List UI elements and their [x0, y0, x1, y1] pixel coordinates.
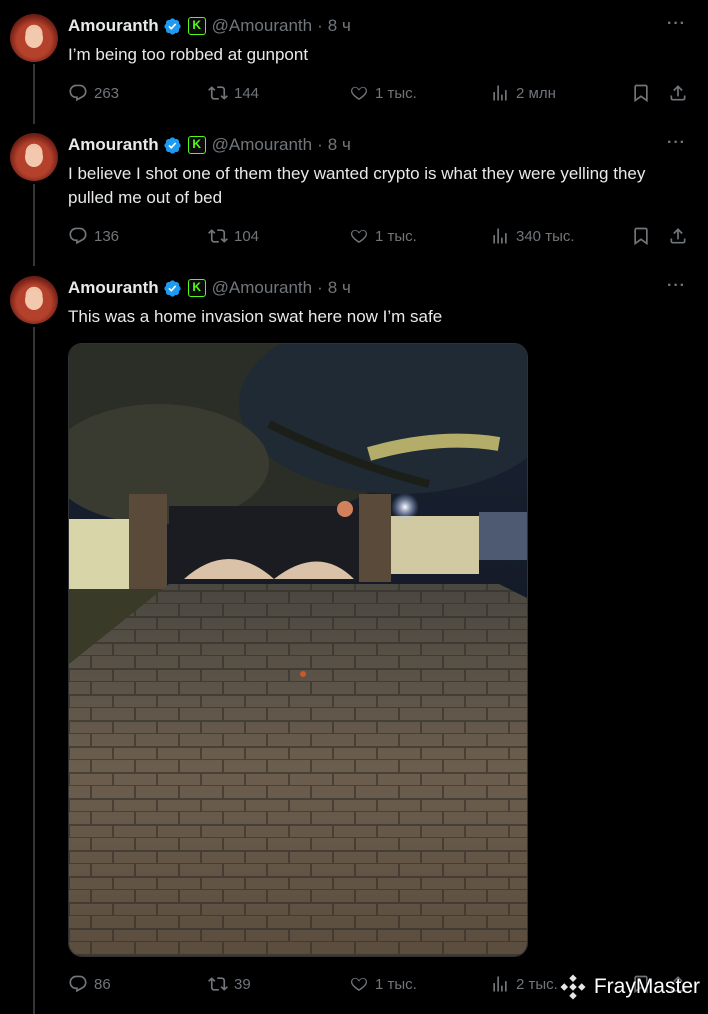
retweet-button[interactable]: 144	[208, 81, 259, 105]
avatar[interactable]	[10, 133, 58, 181]
like-button[interactable]: 1 тыс.	[349, 81, 417, 105]
bookmark-icon	[634, 227, 648, 246]
action-bar: 136 104 1 тыс. 340 тыс.	[68, 224, 692, 248]
timestamp[interactable]: 8 ч	[328, 135, 351, 155]
tweet-header: Amouranth K @Amouranth · 8 ч	[68, 277, 351, 299]
retweet-button[interactable]: 39	[208, 972, 251, 996]
views-count: 2 млн	[516, 84, 556, 102]
tweet-header: Amouranth K @Amouranth · 8 ч	[68, 15, 351, 37]
reply-icon	[69, 227, 87, 245]
verified-badge-icon	[164, 136, 181, 154]
kick-logo-icon: K	[187, 279, 206, 297]
reply-count: 86	[94, 975, 111, 993]
avatar[interactable]	[10, 276, 58, 324]
like-button[interactable]: 1 тыс.	[349, 972, 417, 996]
share-icon	[670, 85, 686, 101]
views-count: 2 тыс.	[516, 975, 558, 993]
author-handle[interactable]: @Amouranth	[212, 278, 312, 298]
heart-icon	[350, 86, 368, 100]
retweet-button[interactable]: 104	[208, 224, 259, 248]
like-count: 1 тыс.	[375, 227, 417, 245]
tweet-media-image[interactable]	[68, 343, 528, 957]
avatar[interactable]	[10, 14, 58, 62]
share-icon	[670, 228, 686, 244]
like-count: 1 тыс.	[375, 84, 417, 102]
tweet[interactable]: Amouranth K @Amouranth · 8 ч ··· I’m bei…	[0, 0, 708, 120]
action-bar: 263 144 1 тыс. 2 млн	[68, 81, 692, 105]
retweet-count: 39	[234, 975, 251, 993]
reply-button[interactable]: 136	[68, 224, 119, 248]
tweet[interactable]: Amouranth K @Amouranth · 8 ч ··· I belie…	[0, 120, 708, 263]
bookmark-icon	[634, 84, 648, 103]
reply-icon	[69, 975, 87, 993]
timestamp[interactable]: 8 ч	[328, 278, 351, 298]
like-count: 1 тыс.	[375, 975, 417, 993]
author-handle[interactable]: @Amouranth	[212, 135, 312, 155]
watermark: FrayMaster	[558, 972, 700, 1002]
separator-dot: ·	[317, 278, 323, 297]
retweet-count: 104	[234, 227, 260, 245]
tweet-header: Amouranth K @Amouranth · 8 ч	[68, 134, 351, 156]
retweet-count: 144	[234, 84, 260, 102]
tweet-text: I’m being too robbed at gunpont	[68, 45, 309, 64]
bookmark-button[interactable]	[631, 224, 651, 248]
reply-button[interactable]: 86	[68, 972, 111, 996]
verified-badge-icon	[164, 17, 181, 35]
views-icon	[493, 85, 507, 101]
verified-badge-icon	[164, 279, 181, 297]
views-count: 340 тыс.	[516, 227, 575, 245]
retweet-icon	[208, 86, 228, 100]
separator-dot: ·	[317, 16, 323, 35]
watermark-text: FrayMaster	[593, 975, 700, 998]
views-button[interactable]: 340 тыс.	[490, 224, 575, 248]
driveway-photo	[69, 344, 527, 956]
retweet-icon	[208, 977, 228, 991]
author-name[interactable]: Amouranth	[68, 135, 159, 155]
kick-logo-icon: K	[187, 136, 206, 154]
bookmark-button[interactable]	[631, 81, 651, 105]
more-options-icon[interactable]: ···	[667, 134, 686, 152]
reply-count: 136	[94, 227, 120, 245]
views-button[interactable]: 2 млн	[490, 81, 556, 105]
heart-icon	[350, 229, 368, 243]
views-icon	[493, 228, 507, 244]
more-options-icon[interactable]: ···	[667, 277, 686, 295]
share-button[interactable]	[668, 81, 688, 105]
author-name[interactable]: Amouranth	[68, 16, 159, 36]
reply-icon	[69, 84, 87, 102]
share-button[interactable]	[668, 224, 688, 248]
like-button[interactable]: 1 тыс.	[349, 224, 417, 248]
kick-logo-icon: K	[187, 17, 206, 35]
binance-logo-icon	[560, 974, 586, 1000]
separator-dot: ·	[317, 135, 323, 154]
reply-button[interactable]: 263	[68, 81, 119, 105]
heart-icon	[350, 977, 368, 991]
views-icon	[493, 976, 507, 992]
retweet-icon	[208, 229, 228, 243]
more-options-icon[interactable]: ···	[667, 15, 686, 33]
author-handle[interactable]: @Amouranth	[212, 16, 312, 36]
views-button[interactable]: 2 тыс.	[490, 972, 558, 996]
timestamp[interactable]: 8 ч	[328, 16, 351, 36]
reply-count: 263	[94, 84, 120, 102]
tweet-text: I believe I shot one of them they wanted…	[68, 164, 646, 207]
author-name[interactable]: Amouranth	[68, 278, 159, 298]
tweet-text: This was a home invasion swat here now I…	[68, 307, 443, 326]
